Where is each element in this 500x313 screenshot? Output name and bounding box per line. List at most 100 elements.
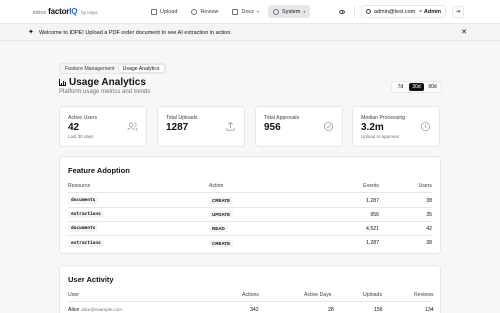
close-icon[interactable]: ✕: [461, 28, 467, 36]
section-title: User Activity: [68, 275, 114, 284]
stat-card-total-approvals: Total Approvals 956: [255, 106, 343, 147]
users-cell: 42: [426, 225, 432, 232]
action-badge: CREATE: [209, 197, 234, 204]
tab-feature-management[interactable]: Feature Management: [61, 65, 119, 72]
stat-subtext: Last 30 days: [68, 134, 94, 139]
table-row: extractions CREATE 1,287 38: [68, 236, 432, 250]
events-cell: 956: [370, 211, 379, 218]
stat-value: 42: [68, 122, 80, 133]
resource-cell: extractions: [68, 211, 104, 218]
reviews-cell: 134: [425, 307, 434, 313]
eye-icon: [338, 9, 345, 14]
resource-cell: documents: [68, 225, 99, 232]
active-days-cell: 28: [328, 307, 334, 313]
main-nav: Upload Review Docs ▾ System ▾: [146, 5, 311, 18]
welcome-banner: ✦ Welcome to IDPE! Upload a PDF order do…: [0, 24, 500, 41]
stat-card-total-uploads: Total Uploads 1287: [157, 106, 245, 147]
page-title: Usage Analytics: [59, 77, 146, 88]
user-email: alice@example.com: [81, 307, 122, 312]
column-header: Users: [418, 183, 432, 189]
nav-upload-label: Upload: [160, 8, 178, 15]
date-range-selector: 7d 30d 90d: [391, 81, 442, 93]
stat-label: Total Approvals: [264, 115, 300, 121]
resource-cell: extractions: [68, 239, 104, 247]
column-header: Resource: [68, 183, 91, 189]
banner-text: Welcome to IDPE! Upload a PDF order docu…: [39, 29, 232, 36]
check-circle-icon: [323, 121, 334, 132]
stat-label: Median Processing: [361, 115, 406, 121]
table-header: Resource Action Events Users: [68, 183, 432, 193]
stat-card-median-processing: Median Processing 3.2m Upload to approva…: [352, 106, 440, 147]
column-header: Events: [363, 183, 379, 189]
nav-docs[interactable]: Docs ▾: [227, 5, 264, 18]
users-cell: 35: [426, 211, 432, 218]
divider: [353, 5, 355, 18]
brand-inbox: inbox: [33, 10, 47, 16]
brand-name: factorIQ: [48, 7, 78, 16]
upload-doc-icon: [151, 8, 157, 15]
nav-system-label: System: [282, 8, 301, 15]
column-header: Action: [209, 183, 224, 189]
events-cell: 4,521: [366, 225, 379, 232]
table-row: Alice alice@example.com 342 28 156 134: [68, 303, 434, 313]
brand-by: by iosys: [81, 10, 98, 15]
eye-icon: [191, 8, 198, 15]
range-90d-button[interactable]: 90d: [425, 83, 440, 91]
users-cell: 38: [426, 240, 432, 246]
events-cell: 1,287: [366, 197, 379, 204]
user-cell: Alice alice@example.com: [68, 307, 122, 313]
action-badge: CREATE: [209, 239, 234, 247]
column-header: Actions: [242, 292, 260, 298]
bar-chart-icon: [59, 79, 66, 86]
user-role: ⚬ Admin: [418, 8, 441, 15]
user-name: Alice: [68, 307, 80, 313]
range-30d-button[interactable]: 30d: [409, 83, 424, 91]
nav-review[interactable]: Review: [186, 5, 223, 18]
stat-label: Active Users: [68, 115, 98, 121]
visibility-toggle-button[interactable]: [336, 6, 348, 18]
events-cell: 1,287: [366, 240, 379, 246]
stat-value: 3.2m: [361, 122, 384, 133]
logout-button[interactable]: ⇥: [452, 5, 464, 18]
section-title: Feature Adoption: [68, 166, 130, 175]
chevron-down-icon: ▾: [303, 9, 306, 14]
table-row: extractions UPDATE 956 35: [68, 208, 432, 222]
table-row: documents READ 4,521 42: [68, 222, 432, 236]
user-activity-card: User Activity User Actions Active Days U…: [59, 265, 441, 313]
action-badge: READ: [209, 225, 228, 232]
header-tools: admin@test.com ⚬ Admin ⇥: [336, 5, 464, 18]
upload-icon: [225, 121, 236, 132]
column-header: Uploads: [363, 292, 383, 298]
range-7d-button[interactable]: 7d: [393, 83, 408, 91]
tab-usage-analytics[interactable]: Usage Analytics: [118, 65, 164, 72]
users-cell: 38: [426, 197, 432, 204]
brand-logo[interactable]: inbox factorIQ by iosys: [33, 7, 98, 16]
page-subtitle: Platform usage metrics and trends: [59, 89, 151, 95]
table-row: documents CREATE 1,287 38: [68, 194, 432, 208]
resource-cell: documents: [68, 197, 99, 204]
feature-adoption-card: Feature Adoption Resource Action Events …: [59, 156, 441, 254]
page-tabs: Feature Management Usage Analytics: [59, 63, 166, 74]
user-menu[interactable]: admin@test.com ⚬ Admin: [360, 5, 446, 18]
user-icon: [365, 9, 371, 14]
stat-label: Total Uploads: [166, 115, 198, 121]
column-header: Active Days: [304, 292, 332, 298]
users-icon: [127, 121, 138, 132]
nav-upload[interactable]: Upload: [146, 5, 182, 18]
chevron-down-icon: ▾: [257, 9, 260, 14]
stat-value: 956: [264, 122, 281, 133]
nav-review-label: Review: [200, 8, 219, 15]
shield-icon: ⚬: [418, 8, 423, 15]
sparkles-icon: ✦: [28, 29, 34, 36]
uploads-cell: 156: [374, 307, 383, 313]
top-bar: inbox factorIQ by iosys Upload Review Do…: [0, 0, 500, 24]
column-header: User: [68, 292, 79, 298]
stat-subtext: Upload to approval: [361, 134, 399, 139]
book-icon: [232, 8, 239, 15]
column-header: Reviews: [414, 292, 434, 298]
nav-system[interactable]: System ▾: [268, 5, 311, 18]
clock-icon: [420, 121, 431, 132]
stat-card-active-users: Active Users 42 Last 30 days: [59, 106, 147, 147]
stat-value: 1287: [166, 122, 189, 133]
page-title-text: Usage Analytics: [69, 77, 146, 88]
